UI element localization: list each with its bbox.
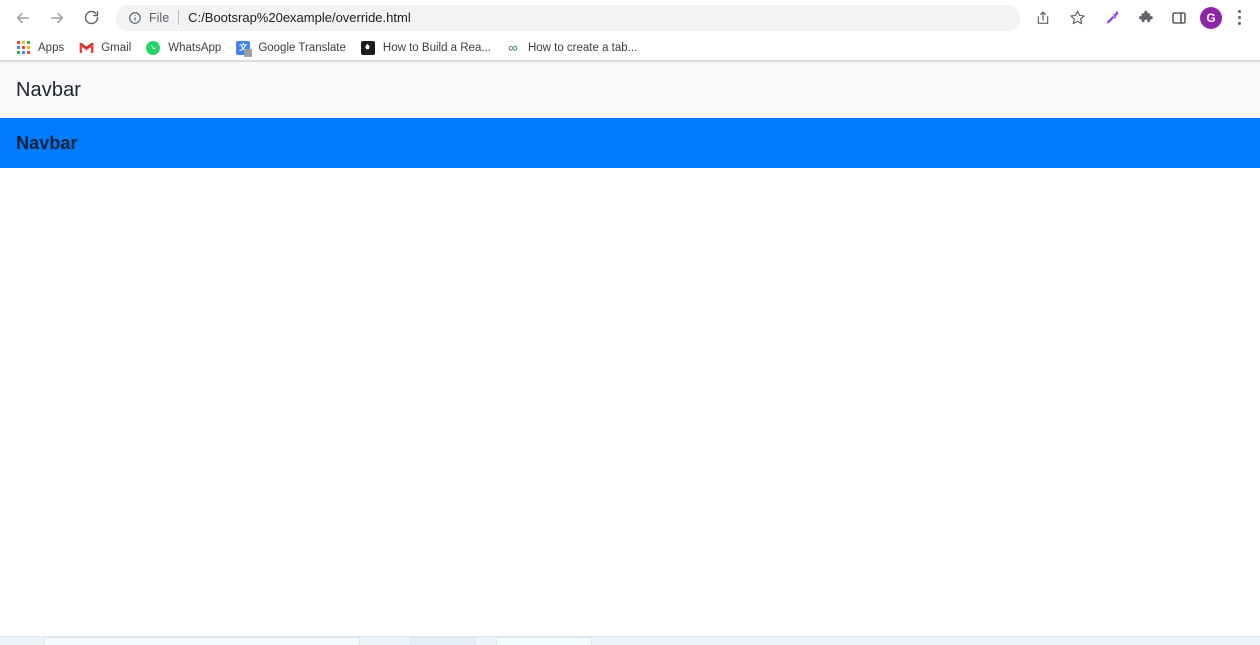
forward-button[interactable] [43, 4, 71, 32]
bookmark-google-translate[interactable]: 文 Google Translate [228, 37, 353, 59]
menu-dot [1237, 22, 1241, 25]
page-viewport: Navbar Navbar [0, 62, 1260, 645]
navbar-primary: Navbar [0, 118, 1260, 168]
menu-dot [1237, 10, 1241, 13]
browser-toolbar: File C:/Bootsrap%20example/override.html [0, 0, 1260, 35]
bookmark-label: How to Build a Rea... [382, 41, 491, 54]
menu-dot [1237, 16, 1241, 19]
back-arrow-icon [17, 12, 29, 23]
navbar-light: Navbar [0, 62, 1260, 118]
infinity-green-icon: ∞ [508, 40, 518, 55]
apps-grid-icon [15, 40, 31, 56]
reload-button[interactable] [77, 4, 105, 32]
avatar[interactable]: G [1200, 6, 1222, 29]
reload-icon [84, 10, 98, 25]
avatar-initial: G [1206, 10, 1216, 25]
google-translate-icon: 文 [235, 40, 253, 57]
back-button[interactable] [9, 4, 37, 32]
eyedropper-icon[interactable] [1097, 4, 1125, 32]
forward-arrow-icon [51, 12, 63, 23]
taskbar-tile [496, 637, 592, 645]
share-icon[interactable] [1029, 4, 1057, 32]
bookmark-label: Gmail [101, 41, 132, 54]
url-scheme-label: File [149, 10, 170, 25]
bookmark-gmail[interactable]: Gmail [71, 37, 138, 59]
toolbar-actions: G [1026, 4, 1254, 32]
whatsapp-icon [145, 40, 161, 56]
bookmark-label: Apps [38, 41, 65, 54]
url-text: C:/Bootsrap%20example/override.html [188, 10, 411, 25]
desktop-taskbar-edge [0, 636, 1260, 645]
bookmark-whatsapp[interactable]: WhatsApp [138, 37, 228, 59]
navbar-light-brand[interactable]: Navbar [16, 79, 81, 102]
chrome-menu-button[interactable] [1228, 5, 1250, 31]
omnibox-divider [178, 10, 180, 25]
side-panel-icon[interactable] [1165, 4, 1193, 32]
bookmark-label: WhatsApp [168, 41, 222, 54]
gmail-icon [78, 40, 94, 56]
taskbar-tile [410, 637, 476, 645]
bookmark-how-to-build-a-react[interactable]: How to Build a Rea... [353, 37, 498, 59]
navbar-primary-brand[interactable]: Navbar [16, 133, 78, 154]
extensions-puzzle-icon[interactable] [1131, 4, 1159, 32]
address-bar[interactable]: File C:/Bootsrap%20example/override.html [116, 4, 1020, 31]
article-dark-icon [360, 40, 376, 56]
bookmark-how-to-create-a-tab[interactable]: ∞ How to create a tab... [498, 37, 644, 59]
browser-chrome: File C:/Bootsrap%20example/override.html [0, 0, 1260, 62]
bookmark-label: Google Translate [258, 41, 346, 54]
bookmark-star-icon[interactable] [1063, 4, 1091, 32]
info-circle-icon[interactable] [128, 11, 142, 25]
bookmark-apps[interactable]: Apps [8, 37, 71, 59]
bookmarks-bar: Apps Gmail WhatsApp 文 Google Translate H… [0, 35, 1260, 61]
bookmark-label: How to create a tab... [527, 41, 638, 54]
taskbar-tile [44, 637, 360, 645]
